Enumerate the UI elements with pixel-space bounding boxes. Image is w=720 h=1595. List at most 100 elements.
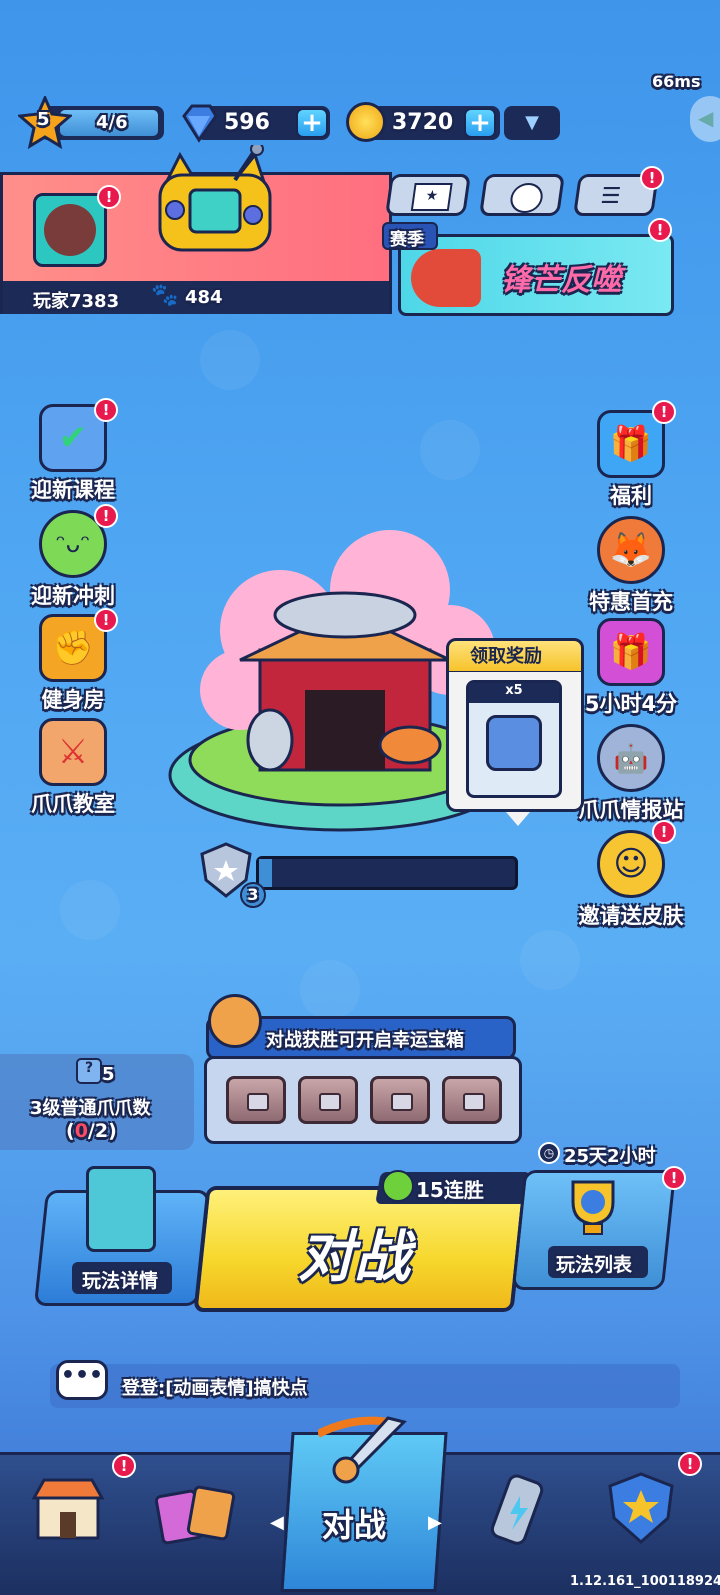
level-star-icon[interactable]: 5 <box>16 94 74 150</box>
chevron-left-icon[interactable]: ◀ <box>270 1512 284 1533</box>
xp-text: 4/6 <box>96 112 128 133</box>
streak-text: 15连胜 <box>416 1178 484 1202</box>
alert-badge-icon: ! <box>94 398 118 422</box>
left-menu-label: 健身房 <box>41 688 105 712</box>
alert-badge-icon: ! <box>652 400 676 424</box>
nav-rank-shield-icon[interactable] <box>604 1470 678 1546</box>
buy-gems-button[interactable]: + <box>296 108 328 138</box>
ping-indicator: 66ms <box>652 72 701 91</box>
chat-message: 登登:[动画表情]搞快点 <box>122 1378 308 1399</box>
chevron-down-icon[interactable]: ▼ <box>504 106 560 140</box>
alert-badge-icon: ! <box>662 1166 686 1190</box>
claw-count-label: 3级普通爪爪数 <box>30 1098 151 1119</box>
locked-chest-icon[interactable] <box>298 1076 358 1124</box>
timer: ◷ 25天2小时 <box>534 1140 684 1170</box>
right-menu-label: 福利 <box>610 484 652 508</box>
alert-badge-icon: ! <box>678 1452 702 1476</box>
paw-trophy-icon: 🐾 <box>151 283 179 308</box>
avatar[interactable] <box>33 193 107 267</box>
streak-face-icon <box>382 1170 414 1202</box>
diamond-gem-icon <box>178 102 220 144</box>
reward-count: x5 <box>469 683 559 703</box>
robot-reporter-icon: 🤖 <box>597 724 665 792</box>
cat-head-icon <box>508 183 545 213</box>
dragon-illustration <box>411 249 481 307</box>
left-menu-label: 迎新冲刺 <box>31 584 115 608</box>
left-menu-label: 迎新课程 <box>31 478 115 502</box>
base-level: 3 <box>240 882 266 908</box>
claw-count-total: /2) <box>87 1120 117 1142</box>
base-progress-fill <box>259 859 272 887</box>
purple-gift-icon: 🎁 <box>597 618 665 686</box>
nav-shop-icon[interactable] <box>30 1474 106 1544</box>
season-tag-label: 赛季 <box>390 230 424 250</box>
side-collapse-tab[interactable]: ◀ <box>690 96 720 142</box>
right-menu-invite-skin[interactable]: ☺ 邀请送皮肤 <box>576 830 686 930</box>
alert-badge-icon: ! <box>652 820 676 844</box>
claw-count-current: 0 <box>74 1120 88 1142</box>
gold-coin-icon <box>346 102 386 142</box>
nav-battery-icon[interactable] <box>482 1472 554 1548</box>
list-menu-icon: ☰ <box>599 184 623 209</box>
chevron-right-icon[interactable]: ▶ <box>428 1512 442 1533</box>
chevron-left-icon: ◀ <box>698 106 714 130</box>
right-menu-first-recharge[interactable]: 🦊 特惠首充 <box>576 516 686 616</box>
claw-count-open-paren: ( <box>66 1120 75 1142</box>
friends-button[interactable] <box>479 174 565 216</box>
background-paw-icon <box>420 420 480 480</box>
alert-badge-icon: ! <box>648 218 672 242</box>
gem-count: 596 <box>224 110 270 135</box>
lucky-box-text: 对战获胜可开启幸运宝箱 <box>266 1030 464 1051</box>
chat-bubble-icon[interactable]: ••• <box>56 1360 108 1400</box>
cat-mascot-icon <box>208 994 262 1048</box>
right-menu-label: 5小时4分 <box>584 692 678 716</box>
alert-badge-icon: ! <box>94 608 118 632</box>
locked-chest-icon[interactable] <box>226 1076 286 1124</box>
reward-popup-title: 领取奖励 <box>470 646 542 667</box>
profile-banner[interactable]: ! 玩家7383 🐾 484 <box>0 142 392 314</box>
reward-popup[interactable]: 领取奖励 x5 <box>446 628 586 828</box>
paw-trophy-cup-icon <box>558 1174 628 1244</box>
coin-count: 3720 <box>392 110 454 135</box>
level-number: 5 <box>37 109 50 130</box>
nav-battle-label: 对战 <box>322 1506 387 1544</box>
background-paw-icon <box>200 330 260 390</box>
character-portrait-icon <box>86 1166 156 1252</box>
alert-badge-icon: ! <box>97 185 121 209</box>
left-menu-label: 爪爪教室 <box>31 792 115 816</box>
alert-badge-icon: ! <box>94 504 118 528</box>
popup-pointer <box>506 812 530 826</box>
nav-collection-icon[interactable] <box>152 1476 242 1546</box>
left-menu-claw-classroom[interactable]: ⚔ 爪爪教室 <box>18 718 128 818</box>
alert-badge-icon: ! <box>112 1454 136 1478</box>
trophy-count: 484 <box>185 287 223 308</box>
envelope-icon: ★ <box>410 183 453 211</box>
claw-count-progress: (0/2) <box>66 1120 117 1142</box>
right-menu-label: 爪爪情报站 <box>578 798 684 822</box>
sword-icon <box>316 1414 408 1490</box>
locked-chest-icon[interactable] <box>442 1076 502 1124</box>
right-menu-welfare[interactable]: 🎁 福利 <box>576 410 686 510</box>
right-menu-label: 邀请送皮肤 <box>578 904 684 928</box>
right-menu-timed-gift[interactable]: 🎁 5小时4分 <box>576 618 686 718</box>
play-details-label: 玩法详情 <box>82 1270 159 1292</box>
clock-icon: ◷ <box>538 1142 560 1164</box>
player-name: 玩家7383 <box>33 291 120 312</box>
season-tag: 赛季 <box>382 222 438 250</box>
buy-coins-button[interactable]: + <box>464 108 496 138</box>
base-progress-bar <box>256 856 518 890</box>
fox-face-icon: 🦊 <box>597 516 665 584</box>
season-banner[interactable]: 锋芒反噬 <box>398 234 674 316</box>
season-title: 锋芒反噬 <box>501 263 621 298</box>
mail-button[interactable]: ★ <box>385 174 471 216</box>
alert-badge-icon: ! <box>640 166 664 190</box>
timer-text: 25天2小时 <box>564 1146 656 1167</box>
locked-chest-icon[interactable] <box>370 1076 430 1124</box>
right-menu-news-station[interactable]: 🤖 爪爪情报站 <box>576 724 686 824</box>
battle-button-label: 对战 <box>298 1225 410 1290</box>
dice-icon: ? <box>76 1058 102 1084</box>
puzzle-piece-icon <box>486 715 542 771</box>
book-swords-icon: ⚔ <box>39 718 107 786</box>
background-paw-icon <box>520 930 580 990</box>
background-paw-icon <box>300 960 360 1020</box>
